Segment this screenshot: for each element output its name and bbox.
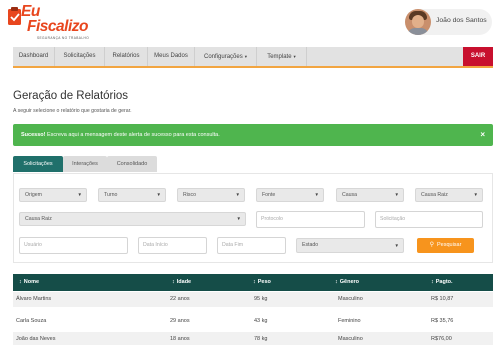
estado-select[interactable]: Estado ▼ <box>296 238 404 253</box>
risco-select[interactable]: Risco ▼ <box>177 188 245 202</box>
column-header-genero[interactable]: ↕ Gênero <box>335 274 359 291</box>
column-header-pagto[interactable]: ↕ Pagto. <box>431 274 453 291</box>
causa-raiz-select[interactable]: Causa Raiz ▼ <box>415 188 483 202</box>
data-inicio-input[interactable]: Data Início <box>138 237 207 254</box>
user-name: João dos Santos <box>436 17 487 24</box>
usuario-input[interactable]: Usuário <box>19 237 128 254</box>
close-icon[interactable]: × <box>480 124 485 146</box>
chevron-down-icon: ▼ <box>394 243 399 248</box>
turno-select[interactable]: Turno ▼ <box>98 188 166 202</box>
logout-button[interactable]: SAIR <box>463 47 493 66</box>
data-fim-input[interactable]: Data Fim <box>217 237 286 254</box>
page-title: Geração de Relatórios <box>13 90 129 102</box>
sort-icon: ↕ <box>431 279 434 285</box>
table-row[interactable]: Álvaro Martins 22 anos 95 kg Masculino R… <box>13 292 493 307</box>
nav-item-relatorios[interactable]: Relatórios <box>105 47 148 66</box>
column-header-nome[interactable]: ↕ Nome <box>19 274 39 291</box>
user-menu[interactable]: João dos Santos <box>405 9 492 35</box>
sort-icon: ↕ <box>335 279 338 285</box>
sort-icon: ↕ <box>172 279 175 285</box>
alert-message: Escreva aqui a mensagem deste alerta de … <box>45 132 220 138</box>
nav-item-template[interactable]: Template ▾ <box>257 47 307 66</box>
logo-tagline: SEGURANÇA NO TRABALHO <box>37 36 90 40</box>
nav-item-solicitacoes[interactable]: Solicitações <box>55 47 105 66</box>
chevron-down-icon: ▾ <box>244 54 247 59</box>
logo[interactable]: Eu Fiscalizo SEGURANÇA NO TRABALHO <box>7 4 92 44</box>
sort-icon: ↕ <box>19 279 22 285</box>
chevron-down-icon: ▼ <box>235 192 240 197</box>
logo-wordmark: Eu Fiscalizo <box>21 3 88 35</box>
chevron-down-icon: ▼ <box>394 192 399 197</box>
table-header: ↕ Nome ↕ Idade ↕ Peso ↕ Gênero ↕ Pagto. <box>13 274 493 291</box>
table-row[interactable]: João das Neves 18 anos 78 kg Masculino R… <box>13 332 493 345</box>
chevron-down-icon: ▾ <box>293 54 296 59</box>
table-row[interactable]: Carla Souza 29 anos 43 kg Feminino R$ 35… <box>13 314 493 329</box>
nav-item-configuracoes[interactable]: Configurações ▾ <box>195 47 257 66</box>
page-subtitle: A seguir selecione o relatório que gosta… <box>13 108 132 114</box>
tab-solicitacoes[interactable]: Solicitações <box>13 156 63 172</box>
chevron-down-icon: ▼ <box>314 192 319 197</box>
nav-item-dashboard[interactable]: Dashboard <box>13 47 55 66</box>
column-header-idade[interactable]: ↕ Idade <box>172 274 191 291</box>
origem-select[interactable]: Origem ▼ <box>19 188 87 202</box>
solicitacao-input[interactable]: Solicitação <box>375 211 483 228</box>
tab-consolidado[interactable]: Consolidado <box>107 156 157 172</box>
fonte-select[interactable]: Fonte ▼ <box>256 188 324 202</box>
search-button[interactable]: ⚲ Pesquisar <box>417 238 474 253</box>
sort-icon: ↕ <box>253 279 256 285</box>
tab-interacoes[interactable]: Interações <box>63 156 107 172</box>
alert-strong: Sucesso! <box>21 132 46 138</box>
chevron-down-icon: ▼ <box>77 192 82 197</box>
main-nav: Dashboard Solicitações Relatórios Meus D… <box>13 47 493 68</box>
chevron-down-icon: ▼ <box>473 192 478 197</box>
search-icon: ⚲ <box>429 242 434 248</box>
causa-select[interactable]: Causa ▼ <box>336 188 404 202</box>
avatar <box>405 9 431 35</box>
chevron-down-icon: ▼ <box>236 216 241 221</box>
protocolo-input[interactable]: Protocolo <box>256 211 365 228</box>
column-header-peso[interactable]: ↕ Peso <box>253 274 271 291</box>
success-alert: Sucesso! Escreva aqui a mensagem deste a… <box>13 124 493 146</box>
chevron-down-icon: ▼ <box>156 192 161 197</box>
nav-item-meus-dados[interactable]: Meus Dados <box>148 47 195 66</box>
causa-raiz-select-2[interactable]: Causa Raiz ▼ <box>19 212 246 226</box>
top-header: Eu Fiscalizo SEGURANÇA NO TRABALHO João … <box>0 0 500 44</box>
